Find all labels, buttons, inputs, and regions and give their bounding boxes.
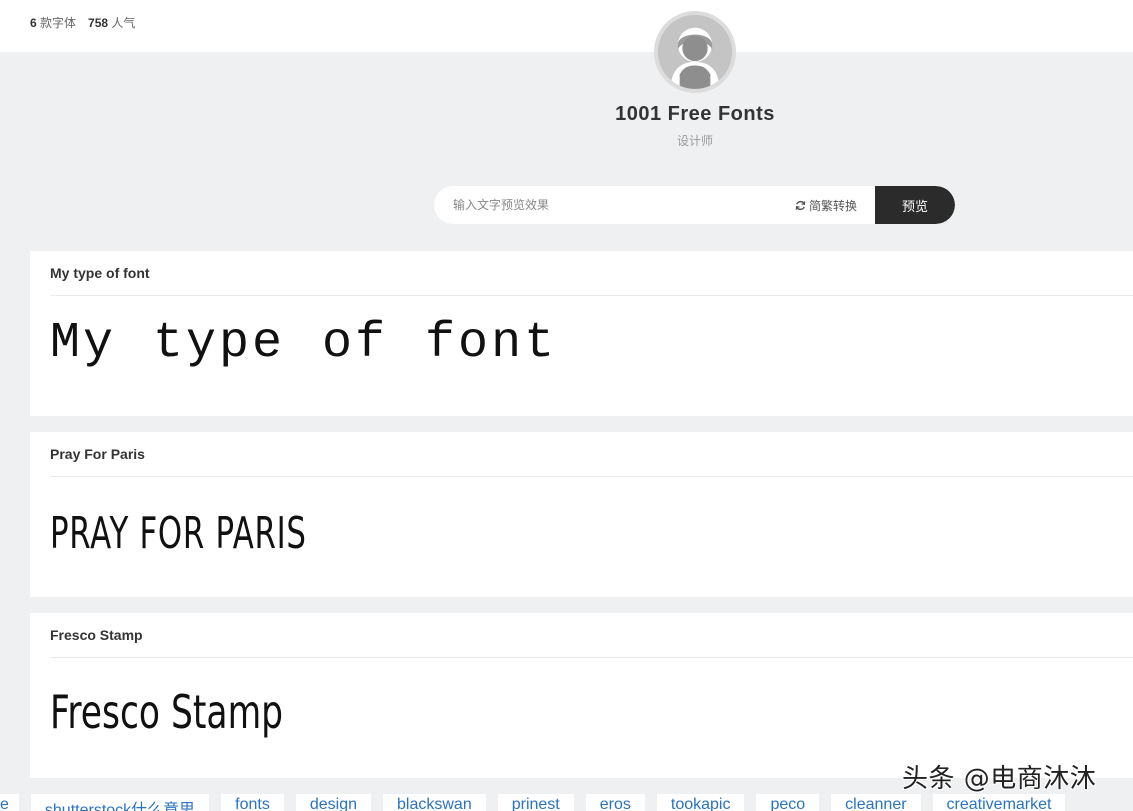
user-avatar-icon[interactable] (654, 11, 736, 93)
avatar-silhouette (658, 15, 732, 89)
font-preview-text[interactable]: PRAY FOR PARIS (50, 508, 307, 559)
font-card-title[interactable]: Fresco Stamp (50, 627, 143, 643)
refresh-icon (795, 200, 806, 210)
font-card[interactable]: Pray For Paris PRAY FOR PARIS (30, 432, 1133, 597)
tag-link[interactable]: eros (585, 794, 645, 811)
tag-link[interactable]: peco (756, 794, 820, 811)
tag-link[interactable]: e (0, 794, 19, 811)
tag-link[interactable]: tookapic (656, 794, 745, 811)
font-card[interactable]: My type of font My type of font (30, 251, 1133, 416)
simplified-traditional-convert-button[interactable]: 简繁转换 (795, 197, 857, 214)
designer-name: 1001 Free Fonts (615, 103, 775, 125)
tag-link[interactable]: prinest (497, 794, 574, 811)
font-count-stat: 6 款字体 (30, 16, 77, 30)
card-divider (50, 476, 1133, 477)
watermark-text: 头条 @电商沐沐 (902, 764, 1097, 794)
tag-bar: e shutterstock什么意思 fonts design blackswa… (0, 794, 1133, 811)
card-divider (50, 657, 1133, 658)
card-divider (50, 295, 1133, 296)
preview-button[interactable]: 预览 (875, 186, 955, 224)
tag-link[interactable]: cleanner (831, 794, 921, 811)
top-bar: 6 款字体 758 人气 (0, 0, 1133, 52)
font-card-title[interactable]: My type of font (50, 265, 150, 281)
popularity-stat: 758 人气 (88, 16, 136, 30)
tag-link[interactable]: creativemarket (932, 794, 1066, 811)
font-card[interactable]: Fresco Stamp Fresco Stamp (30, 613, 1133, 778)
tag-link[interactable]: design (295, 794, 372, 811)
preview-search-bar: 简繁转换 预览 (434, 186, 955, 224)
preview-text-input[interactable] (434, 186, 795, 224)
tag-link[interactable]: shutterstock什么意思 (30, 794, 210, 811)
font-preview-text[interactable]: My type of font (50, 315, 557, 372)
tag-link[interactable]: blackswan (383, 794, 486, 811)
tag-link[interactable]: fonts (221, 794, 284, 811)
font-card-title[interactable]: Pray For Paris (50, 446, 145, 462)
designer-stats: 6 款字体 758 人气 (30, 14, 135, 31)
convert-label: 简繁转换 (808, 198, 857, 213)
font-preview-text[interactable]: Fresco Stamp (50, 685, 283, 739)
designer-role: 设计师 (676, 134, 713, 148)
